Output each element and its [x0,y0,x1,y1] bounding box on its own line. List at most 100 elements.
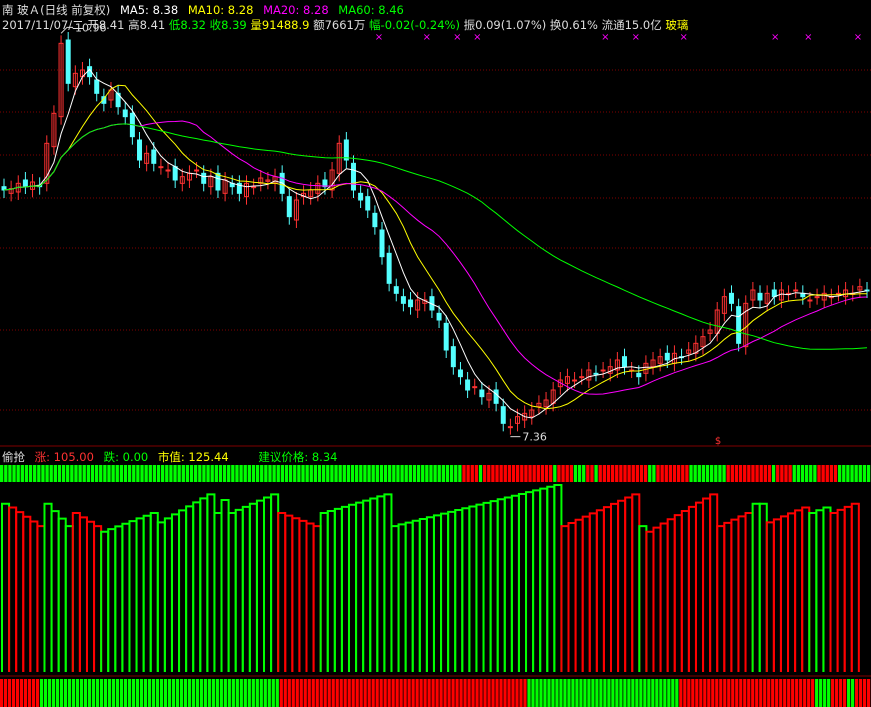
wave-bar [121,522,131,672]
wave-bar [241,505,251,672]
top-strip-bar [363,465,367,482]
candle-body [479,389,485,398]
top-strip-bar [251,465,256,482]
wave-bar [758,502,768,672]
top-strip-bar [255,465,260,482]
top-strip-bar [825,465,829,482]
bottom-strip-bar [591,679,595,707]
wave-bar [85,520,96,672]
wave-bar [617,499,627,672]
bottom-strip-bar [667,679,671,707]
bottom-strip-bar [559,679,563,707]
top-strip-bar [602,465,607,482]
top-strip-bar [103,465,107,482]
bottom-strip-bar [67,679,72,707]
top-strip-bar [515,465,520,482]
bottom-strip-bar [151,679,156,707]
bottom-strip-bar [203,679,207,707]
bottom-strip-bar [539,679,543,707]
wave-bar [709,493,719,672]
top-strip-bar [643,465,648,482]
top-strip-bar [165,465,169,482]
wave-bar [560,525,570,672]
top-strip-bar [140,465,144,482]
bottom-strip-bar [631,679,635,707]
top-strip-bar [111,465,115,482]
wave-bar [135,517,145,672]
bottom-strip-bar [27,679,32,707]
bottom-strip-bar [363,679,367,707]
bottom-strip-bar [227,679,231,707]
wave-bar [227,512,237,672]
x-marker: × [680,32,688,43]
bottom-strip-bar [827,679,831,707]
top-strip-bar [738,465,743,482]
candle-body [500,406,506,424]
top-strip-bar [577,465,582,482]
top-strip-bar [379,465,384,482]
top-strip-bar [854,465,858,482]
bottom-strip-bar [619,679,623,707]
bottom-strip-bar [859,679,863,707]
top-strip-bar [49,465,53,482]
bottom-strip-bar [139,679,144,707]
candle-body [400,296,406,304]
candle-body [386,252,392,284]
x-marker: × [632,32,640,43]
wave-bar [15,511,25,672]
bottom-strip-bar [131,679,136,707]
top-strip-bar [99,465,103,482]
bottom-strip-bar [671,679,675,707]
bottom-strip-bar [431,679,435,707]
bottom-strip-bar [807,679,811,707]
bottom-strip-bar [407,679,411,707]
bottom-strip-bar [327,679,331,707]
bottom-strip-bar [531,679,535,707]
top-strip-bar [305,465,309,482]
top-strip-bar [788,465,792,482]
bottom-strip-bar [335,679,339,707]
bottom-strip-bar [511,679,515,707]
candle-body [507,426,513,429]
wave-bar [482,501,492,672]
top-strip-bar [90,465,95,482]
wave-bar [432,514,443,672]
bottom-strip-bar [47,679,52,707]
bottom-strip-bar [303,679,307,707]
top-strip-bar [152,465,157,482]
top-strip-bar [705,465,710,482]
top-strip-bar [198,465,202,482]
top-strip-bar [404,465,408,482]
bottom-strip-bar [775,679,779,707]
top-strip-bar [817,465,821,482]
wave-bar [22,515,32,672]
bottom-strip-bar [647,679,651,707]
wave-bar [539,487,549,672]
top-strip-bar [689,465,693,482]
wave-bar [553,484,563,672]
wave-bar [178,509,188,672]
top-strip-bar [780,465,784,482]
bottom-strip-bar [359,679,363,707]
candle-body [736,306,742,344]
top-strip-bar [144,465,148,482]
bottom-strip-bar [699,679,703,707]
top-strip-bar [160,465,165,482]
bottom-strip-bar [823,679,827,707]
candle-body [358,192,364,201]
bottom-strip-bar [815,679,819,707]
bottom-strip-bar [687,679,691,707]
bottom-strip-bar [259,679,263,707]
bottom-strip-bar [487,679,491,707]
bottom-strip-bar [247,679,251,707]
candle-body [443,322,449,351]
bottom-strip-bar [447,679,451,707]
stock-chart[interactable]: 10.96 7.36 × × × × × × × × × × $ [0,0,871,707]
top-strip-bar [540,465,545,482]
top-strip-bar [359,465,363,482]
bottom-strip-bar [339,679,343,707]
top-strip-bar [429,465,433,482]
bottom-strip-bar [723,679,727,707]
top-strip-bar [635,465,640,482]
candle-body [450,346,456,368]
